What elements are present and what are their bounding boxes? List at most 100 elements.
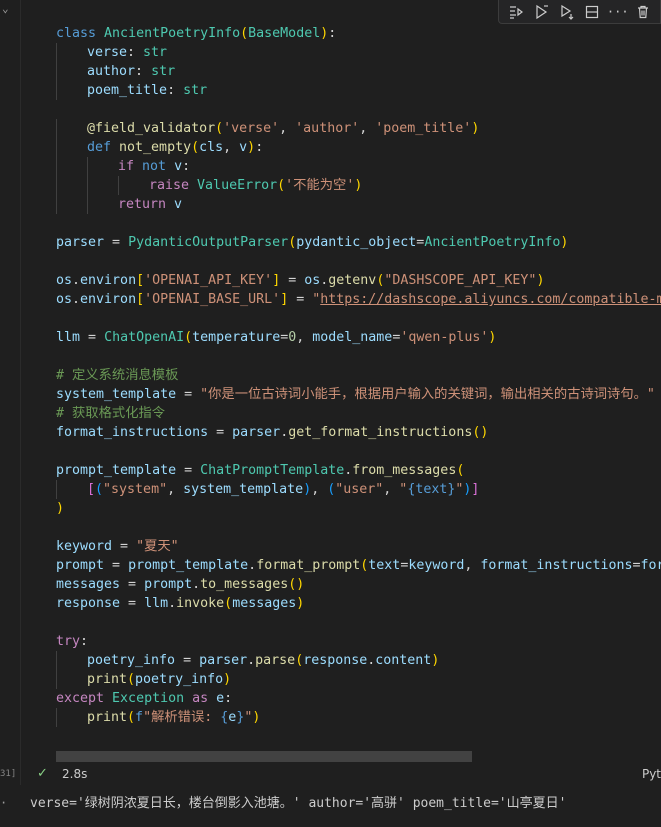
code-token: keyword xyxy=(56,539,113,554)
code-line[interactable]: author: str xyxy=(56,62,661,81)
indent-guide xyxy=(56,43,57,62)
code-token: print xyxy=(87,672,128,687)
code-line[interactable] xyxy=(56,442,661,461)
code-line[interactable]: print(f"解析错误: {e}") xyxy=(56,708,661,727)
code-line[interactable] xyxy=(56,613,661,632)
indent-guide xyxy=(56,651,57,670)
execute-below-icon[interactable] xyxy=(557,2,577,22)
code-token: environ xyxy=(80,292,137,307)
code-token: format_instructions xyxy=(56,425,209,440)
code-line[interactable] xyxy=(56,100,661,119)
code-token: response xyxy=(56,596,121,611)
code-token: . xyxy=(248,558,257,573)
output-gutter-icon: · xyxy=(0,796,8,810)
code-line[interactable]: @field_validator('verse', 'author', 'poe… xyxy=(56,119,661,138)
code-token: parser xyxy=(56,235,105,250)
code-token: ] xyxy=(471,482,480,497)
code-line[interactable]: response = llm.invoke(messages) xyxy=(56,594,661,613)
code-line[interactable]: poem_title: str xyxy=(56,81,661,100)
code-line[interactable]: ) xyxy=(56,499,661,518)
code-line[interactable]: format_instructions = parser.get_format_… xyxy=(56,423,661,442)
code-editor[interactable]: class AncientPoetryInfo(BaseModel): verse… xyxy=(56,24,661,727)
code-token: , xyxy=(279,121,296,136)
code-token: messages xyxy=(56,577,121,592)
code-token: response xyxy=(303,653,368,668)
delete-icon[interactable] xyxy=(633,2,653,22)
indent-guide xyxy=(87,157,88,176)
code-token: os xyxy=(56,273,73,288)
code-token: , xyxy=(383,482,400,497)
code-token: os xyxy=(304,273,321,288)
cell-collapse-strip[interactable]: ⌄ xyxy=(0,0,20,22)
code-line[interactable]: prompt_template = ChatPromptTemplate.fro… xyxy=(56,461,661,480)
code-line[interactable]: verse: str xyxy=(56,43,661,62)
code-token: parser xyxy=(232,425,281,440)
code-token: ] xyxy=(280,292,289,307)
code-line[interactable]: os.environ['OPENAI_BASE_URL'] = "https:/… xyxy=(56,290,661,309)
run-by-line-icon[interactable] xyxy=(506,2,526,22)
code-token: = xyxy=(632,558,641,573)
horizontal-scrollbar[interactable] xyxy=(56,751,472,762)
code-line[interactable]: if not v: xyxy=(56,157,661,176)
code-token: v xyxy=(174,159,183,174)
more-icon[interactable]: ··· xyxy=(607,2,629,22)
code-token: ( xyxy=(215,121,224,136)
code-token: ) xyxy=(536,273,545,288)
code-token: ) xyxy=(56,501,65,516)
code-line[interactable]: except Exception as e: xyxy=(56,689,661,708)
code-token: print xyxy=(87,710,128,725)
code-token: : xyxy=(167,83,184,98)
code-token: text xyxy=(368,558,401,573)
code-token: as xyxy=(184,691,217,706)
code-line[interactable]: try: xyxy=(56,632,661,651)
code-line[interactable]: llm = ChatOpenAI(temperature=0, model_na… xyxy=(56,328,661,347)
code-token: . xyxy=(72,273,81,288)
code-line[interactable]: messages = prompt.to_messages() xyxy=(56,575,661,594)
code-token: = xyxy=(288,292,313,307)
cell-language-label[interactable]: Pyt xyxy=(642,767,661,781)
code-token: class xyxy=(56,26,105,41)
code-line[interactable] xyxy=(56,214,661,233)
code-line[interactable] xyxy=(56,347,661,366)
code-token: . xyxy=(192,577,201,592)
cell-toolbar: ··· xyxy=(498,0,661,24)
code-line[interactable]: poetry_info = parser.parse(response.cont… xyxy=(56,651,661,670)
code-token: : xyxy=(255,140,264,155)
code-line[interactable]: [("system", system_template), ("user", "… xyxy=(56,480,661,499)
code-line[interactable] xyxy=(56,309,661,328)
indent-guide xyxy=(118,176,119,195)
code-token: 'qwen-plus' xyxy=(400,330,489,345)
split-cell-icon[interactable] xyxy=(582,2,602,22)
code-line[interactable]: class AncientPoetryInfo(BaseModel): xyxy=(56,24,661,43)
code-token: str xyxy=(183,83,208,98)
code-token: = xyxy=(120,577,145,592)
code-line[interactable]: raise ValueError('不能为空') xyxy=(56,176,661,195)
code-token: cls xyxy=(199,140,224,155)
code-line[interactable]: # 定义系统消息模板 xyxy=(56,366,661,385)
code-token: prompt xyxy=(144,577,193,592)
code-line[interactable] xyxy=(56,518,661,537)
code-token: poetry_info xyxy=(135,672,224,687)
code-line[interactable]: print(poetry_info) xyxy=(56,670,661,689)
code-line[interactable]: # 获取格式化指令 xyxy=(56,404,661,423)
code-token: ( xyxy=(295,653,304,668)
code-line[interactable]: os.environ['OPENAI_API_KEY'] = os.getenv… xyxy=(56,271,661,290)
execute-above-icon[interactable] xyxy=(531,2,551,22)
code-token: '不能为空' xyxy=(285,178,355,193)
code-line[interactable]: parser = PydanticOutputParser(pydantic_o… xyxy=(56,233,661,252)
code-line[interactable]: return v xyxy=(56,195,661,214)
chevron-down-icon[interactable]: ⌄ xyxy=(2,2,9,15)
code-token: os xyxy=(56,292,73,307)
code-line[interactable]: system_template = "你是一位古诗词小能手，根据用户输入的关键词… xyxy=(56,385,661,404)
code-token: [ xyxy=(87,482,96,497)
cell-output: · verse='绿树阴浓夏日长，楼台倒影入池塘。' author='高骈' p… xyxy=(0,785,661,827)
code-token: : xyxy=(80,634,89,649)
code-token: : xyxy=(224,691,233,706)
code-token: prompt_template xyxy=(128,558,249,573)
code-token: () xyxy=(472,425,489,440)
code-token: ValueError xyxy=(197,178,278,193)
code-line[interactable]: prompt = prompt_template.format_prompt(t… xyxy=(56,556,661,575)
code-line[interactable] xyxy=(56,252,661,271)
code-line[interactable]: keyword = "夏天" xyxy=(56,537,661,556)
code-line[interactable]: def not_empty(cls, v): xyxy=(56,138,661,157)
